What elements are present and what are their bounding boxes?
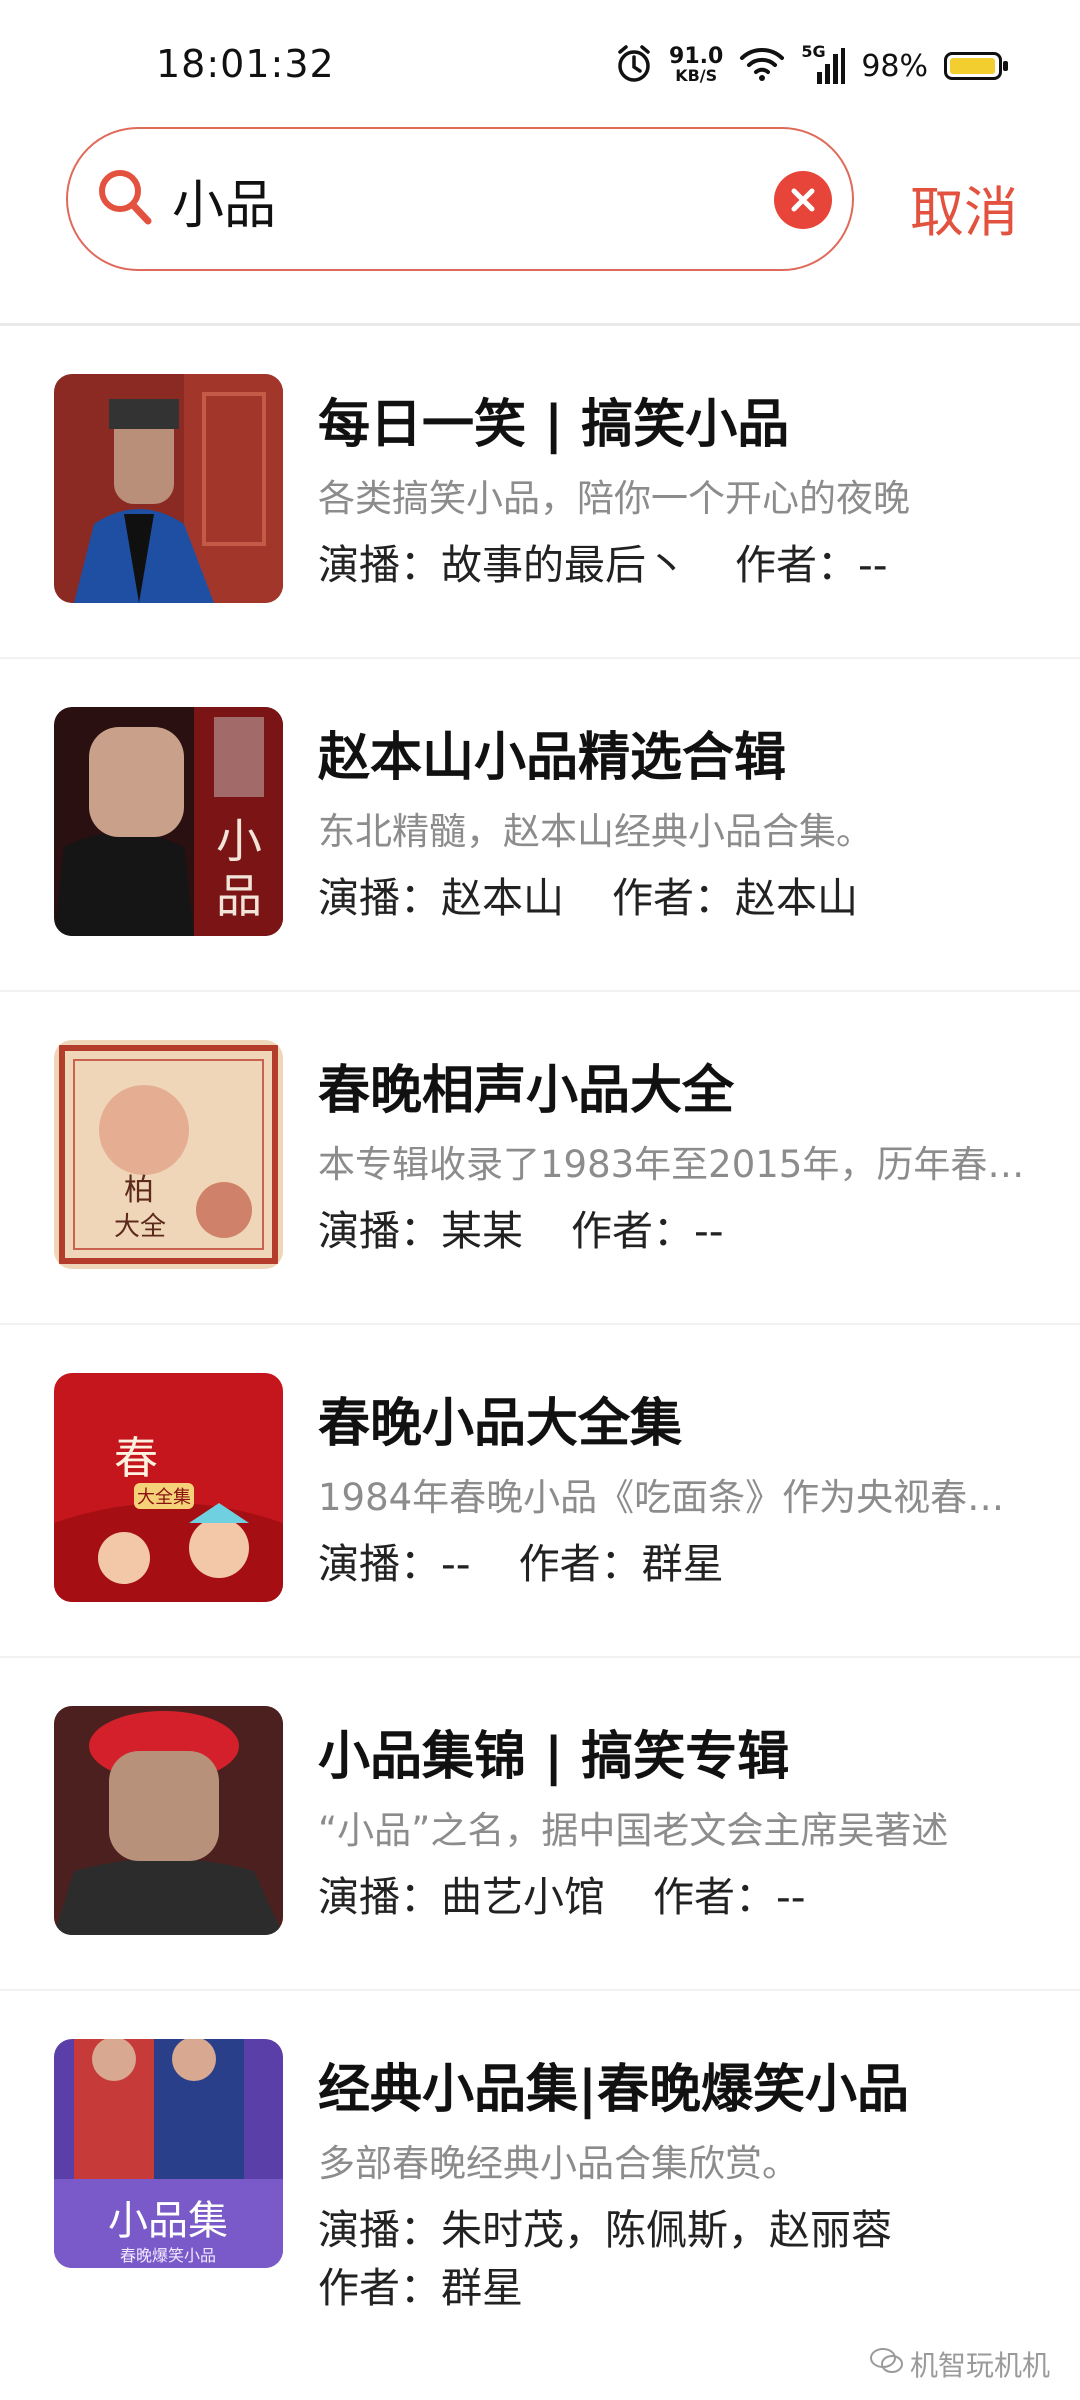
svg-text:春晚爆笑小品: 春晚爆笑小品 — [120, 2246, 216, 2265]
host-name: 赵本山 — [441, 874, 564, 922]
author-label: 作者： — [318, 2264, 441, 2312]
status-icons: 91.0 KB/S 5G 98% — [615, 42, 1008, 88]
author-name: -- — [694, 1207, 724, 1255]
host-label: 演播： — [318, 874, 441, 922]
wechat-icon — [869, 2347, 904, 2382]
search-box[interactable] — [66, 127, 854, 271]
host-name: -- — [441, 1540, 471, 1588]
item-description: 本专辑收录了1983年至2015年，历年春晚的小品 — [318, 1143, 1028, 1186]
search-input[interactable] — [172, 163, 732, 237]
item-meta: 演播：故事的最后丶 作者：-- — [318, 536, 1028, 594]
svg-text:大全: 大全 — [114, 1212, 166, 1242]
author-name: -- — [776, 1873, 806, 1921]
battery-icon — [944, 52, 1008, 80]
item-title: 经典小品集|春晚爆笑小品 — [318, 2060, 909, 2120]
svg-text:柏: 柏 — [124, 1173, 154, 1208]
net-speed-unit: KB/S — [675, 66, 718, 85]
net-speed-value: 91.0 — [669, 44, 724, 69]
item-description: 东北精髓，赵本山经典小品合集。 — [318, 810, 873, 853]
host-label: 演播： — [318, 1540, 441, 1588]
list-item[interactable]: 每日一笑 | 搞笑小品 各类搞笑小品，陪你一个开心的夜晚 演播：故事的最后丶 作者… — [0, 326, 1080, 659]
item-description: 各类搞笑小品，陪你一个开心的夜晚 — [318, 477, 910, 520]
album-cover: 小品集 春晚爆笑小品 — [54, 2039, 283, 2268]
svg-text:春: 春 — [114, 1433, 158, 1484]
host-label: 演播： — [318, 541, 441, 589]
author-name: 群星 — [641, 1540, 724, 1588]
item-meta: 演播：-- 作者：群星 — [318, 1535, 1028, 1593]
list-item[interactable]: 春大全集 春晚小品大全集 1984年春晚小品《吃面条》作为央视春晚的第一个小品 … — [0, 1325, 1080, 1658]
alarm-icon — [615, 44, 653, 88]
author-name: 赵本山 — [735, 874, 858, 922]
watermark-text: 机智玩机机 — [909, 2349, 1050, 2382]
item-title: 每日一笑 | 搞笑小品 — [318, 395, 790, 455]
item-description: 多部春晚经典小品合集欣赏。 — [318, 2142, 799, 2185]
item-meta: 演播：曲艺小馆 作者：-- — [318, 1868, 1028, 1926]
host-label: 演播： — [318, 2206, 441, 2254]
author-name: 群星 — [441, 2264, 523, 2312]
host-label: 演播： — [318, 1873, 441, 1921]
author-label: 作者： — [612, 874, 735, 922]
item-title: 春晚相声小品大全 — [318, 1061, 735, 1121]
wifi-icon — [739, 46, 785, 86]
host-name: 故事的最后丶 — [441, 541, 687, 589]
album-cover: 小品 — [54, 707, 283, 936]
signal-icon: 5G — [801, 42, 846, 86]
net-speed: 91.0 KB/S — [669, 44, 724, 86]
item-title: 春晚小品大全集 — [318, 1394, 683, 1454]
host-name: 朱时茂，陈佩斯，赵丽蓉 — [441, 2206, 892, 2254]
host-label: 演播： — [318, 1207, 441, 1255]
svg-text:小: 小 — [216, 814, 262, 868]
item-description: “小品”之名，据中国老文会主席吴著述 — [318, 1809, 949, 1852]
album-cover: 柏大全 — [54, 1040, 283, 1269]
album-cover — [54, 374, 283, 603]
author-label: 作者： — [735, 541, 858, 589]
result-list: 每日一笑 | 搞笑小品 各类搞笑小品，陪你一个开心的夜晚 演播：故事的最后丶 作者… — [0, 326, 1080, 2324]
album-cover — [54, 1706, 283, 1935]
host-name: 曲艺小馆 — [441, 1873, 605, 1921]
svg-text:品: 品 — [216, 869, 262, 923]
list-item[interactable]: 柏大全 春晚相声小品大全 本专辑收录了1983年至2015年，历年春晚的小品 演… — [0, 992, 1080, 1325]
clear-icon[interactable] — [774, 171, 832, 229]
svg-text:大全集: 大全集 — [137, 1487, 191, 1508]
item-title: 赵本山小品精选合辑 — [318, 728, 787, 788]
svg-text:小品集: 小品集 — [108, 2198, 228, 2244]
list-item[interactable]: 小品集锦 | 搞笑专辑 “小品”之名，据中国老文会主席吴著述 演播：曲艺小馆 作者… — [0, 1658, 1080, 1991]
item-meta: 演播：赵本山 作者：赵本山 — [318, 869, 1028, 927]
item-meta: 演播：朱时茂，陈佩斯，赵丽蓉作者：群星 — [318, 2201, 1028, 2317]
item-description: 1984年春晚小品《吃面条》作为央视春晚的第一个小品 — [318, 1476, 1028, 1519]
status-bar: 18:01:32 91.0 KB/S 5G 98% — [0, 0, 1080, 120]
album-cover: 春大全集 — [54, 1373, 283, 1602]
battery-fill — [950, 58, 996, 74]
status-time: 18:01:32 — [156, 42, 335, 86]
search-icon — [96, 167, 156, 233]
author-name: -- — [858, 541, 888, 589]
watermark: 机智玩机机 — [869, 2344, 1050, 2384]
item-meta: 演播：某某 作者：-- — [318, 1202, 1028, 1260]
list-item[interactable]: 小品集春晚爆笑小品 经典小品集|春晚爆笑小品 多部春晚经典小品合集欣赏。 演播：… — [0, 1991, 1080, 2324]
battery-percent: 98% — [861, 48, 928, 84]
cancel-button[interactable]: 取消 — [910, 168, 1018, 247]
author-label: 作者： — [653, 1873, 776, 1921]
author-label: 作者： — [571, 1207, 694, 1255]
host-name: 某某 — [441, 1207, 523, 1255]
author-label: 作者： — [518, 1540, 642, 1588]
list-item[interactable]: 小品 赵本山小品精选合辑 东北精髓，赵本山经典小品合集。 演播：赵本山 作者：赵本… — [0, 659, 1080, 992]
item-title: 小品集锦 | 搞笑专辑 — [318, 1727, 790, 1787]
